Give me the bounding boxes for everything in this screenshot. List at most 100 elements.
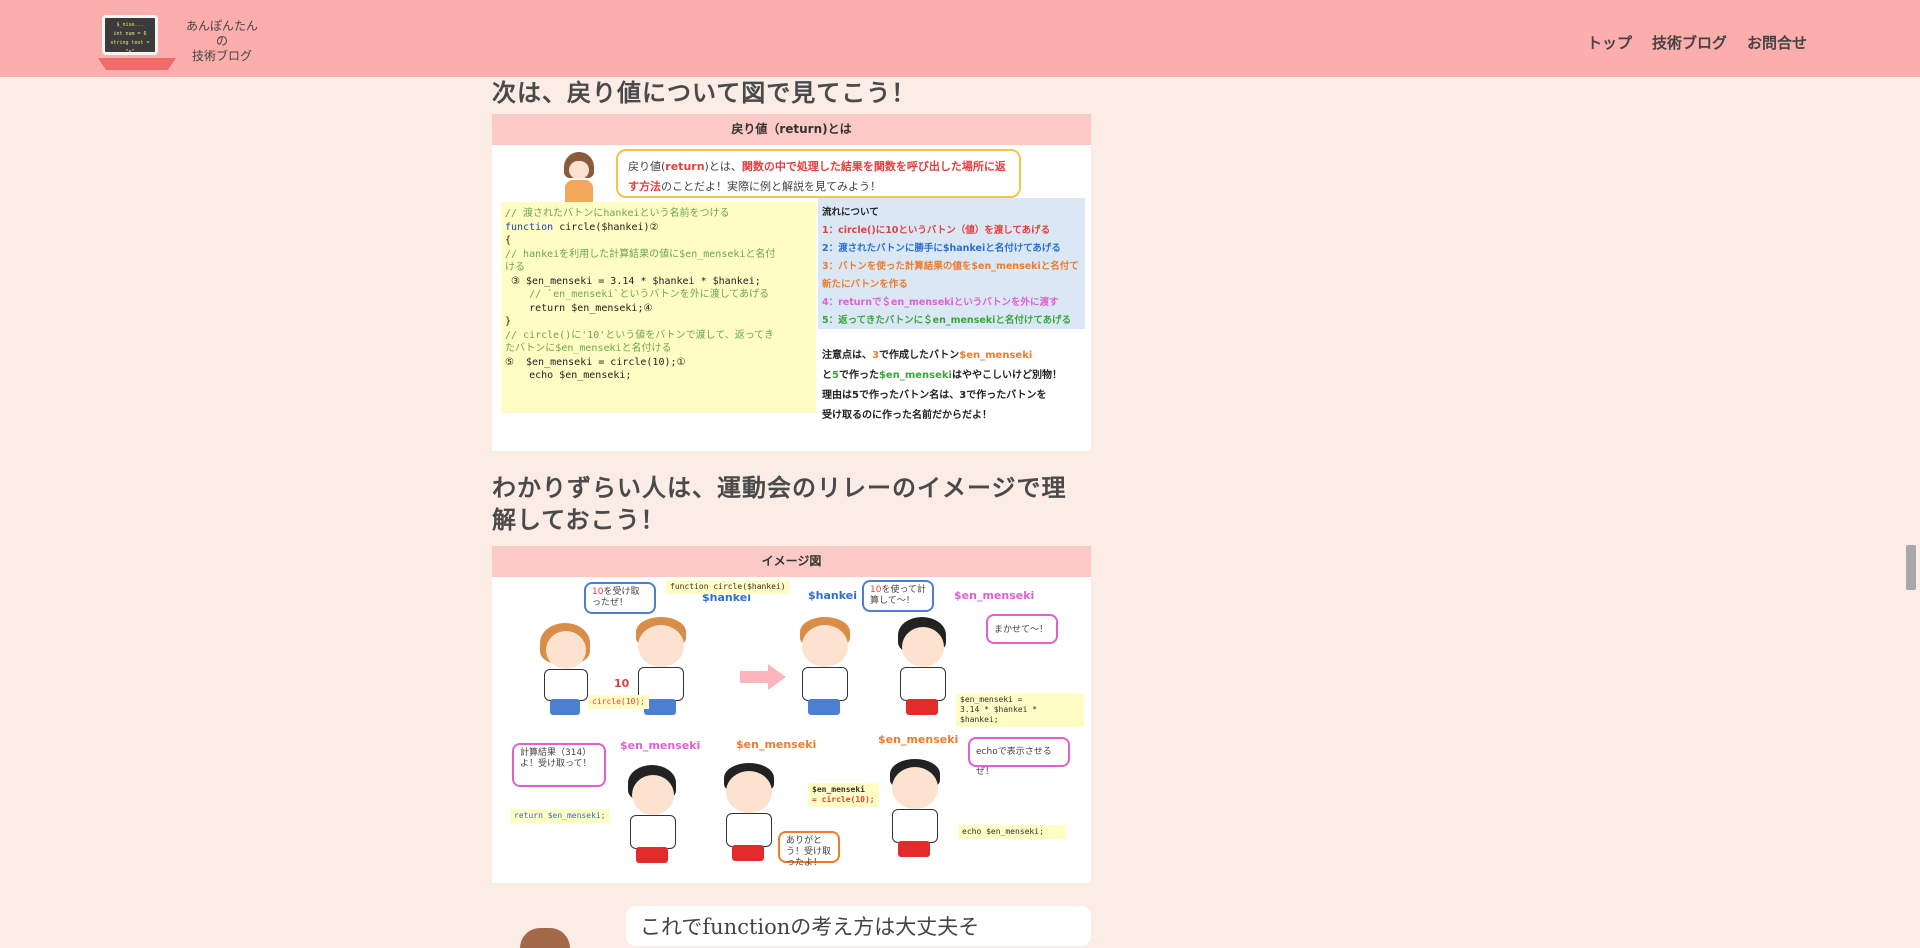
speech-bubble: 10を使って計算して〜！	[862, 580, 934, 612]
nav-top-link[interactable]: トップ	[1587, 32, 1632, 53]
girl-character-icon	[560, 152, 598, 206]
note-line: 注意点は、3で作成したバトン$en_menseki	[822, 346, 1082, 366]
code-line: // circle()に'10'という値をバトンで渡して、返ってき	[505, 329, 775, 341]
nav-contact-link[interactable]: お問合せ	[1747, 32, 1807, 53]
return-figure-card: 戻り値（return)とは 戻り値(return)とは、関数の中で処理した結果を…	[492, 114, 1091, 451]
var-label: $en_menseki	[878, 733, 959, 746]
note-fragment: $en_menseki	[959, 350, 1033, 361]
boy-runner-icon	[718, 757, 788, 877]
code-text: circle($hankei)②	[553, 221, 659, 233]
code-line: }	[505, 316, 512, 327]
code-line: {	[505, 235, 512, 246]
note-fragment: 5	[832, 370, 839, 381]
speech-bubble: まかせて〜！	[986, 614, 1058, 644]
code-line: 3.14 * $hankei * $hankei;	[960, 705, 1038, 724]
flow-step: 4：returnで＄en_mensekiというバトンを外に渡す	[822, 297, 1059, 308]
code-line: たバトンに$en_mensekiと名付ける	[505, 343, 672, 354]
bubble-highlight: return	[665, 160, 705, 173]
code-line: // hankeiを利用した計算結果の値に$en_mensekiと名付	[505, 248, 776, 260]
section-heading-return: 次は、戻り値について図で見てこう！	[492, 79, 917, 107]
code-line: // `en_menseki`というバトンを外に渡してあげる	[505, 289, 770, 300]
var-label: $en_menseki	[736, 738, 817, 751]
note-fragment: 注意点は、	[822, 350, 872, 361]
note-line: 受け取るのに作った名前だからだよ！	[822, 410, 992, 421]
var-label: $en_menseki	[620, 739, 701, 752]
figure-title: イメージ図	[492, 546, 1091, 577]
code-line: ⑤ $en_menseki = circle(10);①	[505, 356, 686, 368]
speech-bubble: 計算結果（314）よ！受け取って！	[512, 743, 606, 787]
site-name-line: 技術ブログ	[191, 49, 252, 63]
flow-step: 3：バトンを使った計算結果の値を$en_mensekiと名付て	[822, 261, 1079, 272]
flow-steps: 1：circle()に10というバトン（値）を渡してあげる 2：渡されたバトンに勝…	[822, 222, 1081, 330]
code-line: $en_menseki	[812, 785, 865, 794]
site-header: $_nise... int num = 6 string text = "e" …	[0, 0, 1920, 77]
code-tag: function circle($hankei)	[666, 580, 790, 594]
logo-screen-line: int num = 6	[113, 31, 147, 37]
flow-step: 5：返ってきたバトンに＄en_mensekiと名付けてあげる	[822, 315, 1072, 326]
bubble-text: )とは、	[704, 160, 742, 173]
laptop-icon: $_nise... int num = 6 string text = "e"	[102, 15, 158, 55]
speech-bubble: これでfunctionの考え方は大丈夫そ	[626, 906, 1091, 946]
note-fragment: はややこしいけど別物！	[951, 370, 1062, 381]
code-line: = circle(10);	[812, 795, 875, 804]
bubble-text: 戻り値(	[628, 160, 666, 173]
boy-runner-icon	[884, 753, 954, 873]
site-name[interactable]: あんぽんたん の 技術ブログ	[176, 19, 268, 64]
scrollbar[interactable]	[1903, 0, 1920, 937]
flow-step: 1：circle()に10というバトン（値）を渡してあげる	[822, 225, 1051, 236]
var-label: $hankei	[808, 589, 857, 602]
flow-explanation: 流れについて 1：circle()に10というバトン（値）を渡してあげる 2：渡さ…	[818, 198, 1085, 329]
girl-runner-icon	[536, 609, 606, 729]
laptop-base-icon	[98, 58, 176, 70]
code-keyword: function	[505, 221, 554, 233]
flow-step: 2：渡されたバトンに勝手に$hankeiと名付けてあげる	[822, 243, 1061, 254]
note-fragment: で作った	[838, 370, 879, 381]
code-line: ③ $en_menseki = 3.14 * $hankei * $hankei…	[505, 275, 761, 287]
code-tag: $en_menseki = 3.14 * $hankei * $hankei;	[956, 693, 1084, 727]
speech-bubble: 10を受け取ったぜ！	[584, 582, 656, 614]
code-line: echo $en_menseki;	[505, 370, 632, 381]
code-tag: echo $en_menseki;	[958, 825, 1066, 839]
code-line: // 渡されたバトンにhankeiという名前をつける	[505, 208, 730, 219]
site-logo[interactable]: $_nise... int num = 6 string text = "e"	[98, 13, 176, 71]
scrollbar-thumb[interactable]	[1906, 545, 1916, 590]
flow-title: 流れについて	[822, 207, 879, 218]
code-sample: // 渡されたバトンにhankeiという名前をつける function circl…	[501, 202, 816, 413]
figure-title: 戻り値（return)とは	[492, 114, 1091, 145]
boy-runner-icon	[794, 609, 864, 729]
code-tag: $en_menseki = circle(10);	[808, 783, 879, 807]
note-fragment: で作成したバトン	[878, 350, 960, 361]
code-tag: return $en_menseki;	[510, 809, 610, 823]
speech-bubble: echoで表示させるぜ！	[968, 737, 1070, 777]
logo-screen-line: $_nise...	[116, 22, 144, 28]
girl-runner-icon	[892, 609, 962, 729]
arrow-right-icon	[740, 664, 786, 690]
site-name-line: あんぽんたん	[185, 19, 258, 33]
code-line: return $en_menseki;④	[505, 302, 653, 314]
article-content: 次は、戻り値について図で見てこう！ 戻り値（return)とは 戻り値(retu…	[492, 77, 1091, 883]
girl-runner-icon	[622, 757, 692, 877]
code-line: ける	[505, 262, 525, 273]
note-fragment: と	[822, 370, 832, 381]
note-fragment: 3	[872, 350, 879, 361]
nav-blog-link[interactable]: 技術ブログ	[1652, 32, 1727, 53]
logo-screen-line: string text = "e"	[110, 40, 150, 55]
note-fragment: $en_menseki	[878, 370, 952, 381]
flow-step: 新たにバトンを作る	[822, 279, 908, 290]
value-label: 10	[614, 677, 630, 690]
site-name-line: の	[215, 34, 228, 48]
code-line: function circle($hankei)②	[505, 221, 812, 235]
main-nav: トップ 技術ブログ お問合せ	[1587, 32, 1807, 53]
speech-bubble: ありがとう！受け取ったよ！	[778, 831, 840, 868]
note-text: 注意点は、3で作成したバトン$en_menseki と5で作った$en_mens…	[822, 346, 1082, 426]
code-line: $en_menseki =	[960, 695, 1023, 704]
relay-illustration: $hankei $hankei $en_menseki $en_menseki …	[492, 577, 1091, 883]
section-heading-relay: わかりずらい人は、運動会のリレーのイメージで理解しておこう！	[492, 474, 1067, 534]
code-tag: circle(10);	[588, 695, 649, 709]
bubble-text: のことだよ！実際に例と解説を見てみよう！	[661, 180, 881, 193]
speech-bubble: 戻り値(return)とは、関数の中で処理した結果を関数を呼び出した場所に返す方…	[616, 149, 1021, 198]
bubble-highlight: 10	[870, 585, 882, 595]
relay-figure-card: イメージ図 $hankei $hankei $en_menseki $en_me…	[492, 546, 1091, 883]
note-line: 理由は5で作ったバトン名は、3で作ったバトンを	[822, 390, 1047, 401]
var-label: $en_menseki	[954, 589, 1035, 602]
